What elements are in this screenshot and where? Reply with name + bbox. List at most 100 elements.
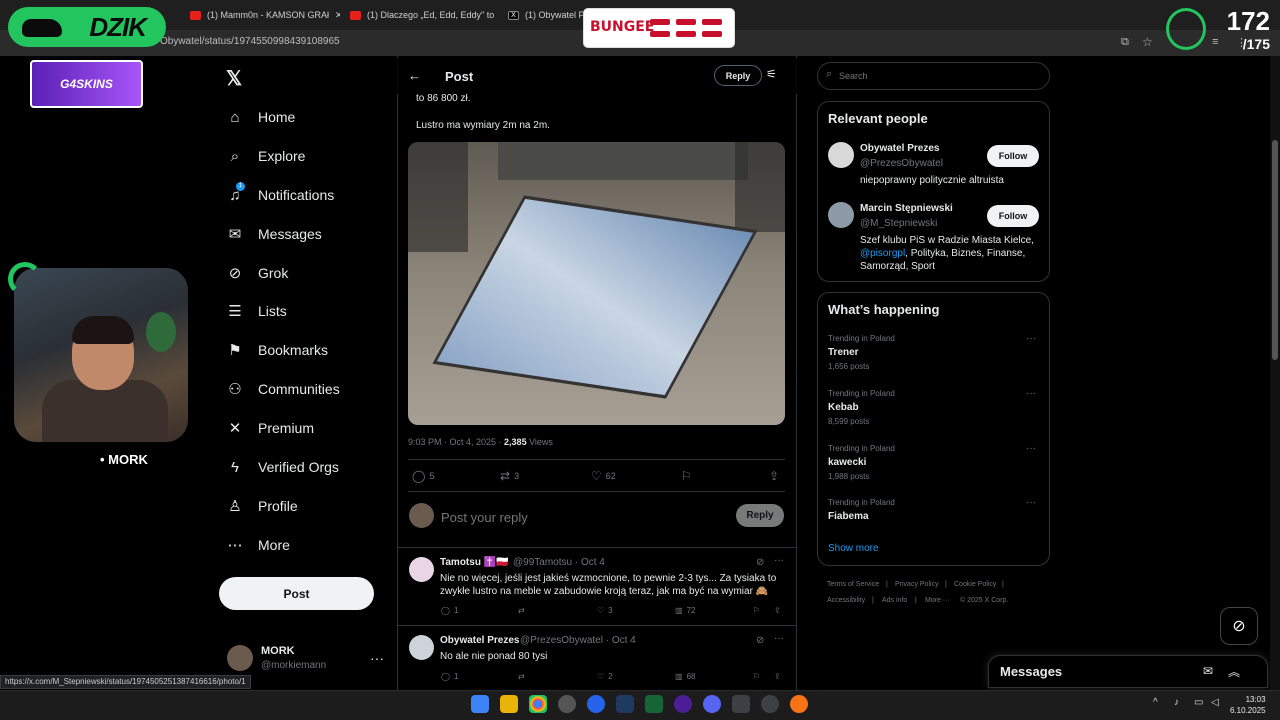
reply-header-button[interactable]: Reply: [714, 65, 762, 86]
more-icon[interactable]: ···: [1026, 388, 1036, 399]
browser-tab-active[interactable]: X (1) Obywatel Pre: [508, 4, 583, 26]
more-icon[interactable]: ···: [1026, 333, 1036, 344]
more-icon[interactable]: ···: [774, 555, 784, 566]
new-message-icon[interactable]: ✉: [1203, 664, 1213, 678]
bookmark-action[interactable]: ⚐: [753, 672, 760, 681]
footer-link[interactable]: Ads info: [882, 597, 907, 604]
app-icon[interactable]: [587, 695, 605, 713]
scrollbar-thumb[interactable]: [1272, 140, 1278, 360]
bio-link[interactable]: @pisorgpl: [860, 248, 905, 259]
mic-icon[interactable]: ♪: [1174, 697, 1179, 708]
footer-link[interactable]: Privacy Policy: [895, 581, 939, 588]
views-action[interactable]: ▥ 68: [675, 672, 695, 681]
nav-lists[interactable]: ☰ Lists: [226, 296, 287, 326]
avatar[interactable]: [227, 645, 253, 671]
account-handle[interactable]: @morkiemann: [261, 660, 326, 671]
account-more-icon[interactable]: ···: [370, 650, 384, 666]
back-arrow-icon[interactable]: ←: [408, 68, 421, 83]
repost-action[interactable]: ⇄ 3: [500, 469, 519, 483]
nav-premium[interactable]: ✕ Premium: [226, 413, 314, 443]
person-handle[interactable]: @PrezesObywatel: [860, 158, 943, 169]
avatar[interactable]: [409, 635, 434, 660]
steam-icon[interactable]: [616, 695, 634, 713]
messages-title[interactable]: Messages: [1000, 664, 1062, 679]
share-action[interactable]: ⇪: [774, 606, 781, 615]
search-input[interactable]: [839, 69, 1039, 83]
footer-link[interactable]: Cookie Policy: [954, 581, 996, 588]
person-name[interactable]: Marcin Stępniewski: [860, 203, 953, 214]
app-icon[interactable]: [558, 695, 576, 713]
more-icon[interactable]: ···: [774, 633, 784, 644]
post-button[interactable]: Post: [219, 577, 374, 610]
reply-input[interactable]: [441, 508, 721, 526]
x-logo-icon[interactable]: 𝕏: [226, 66, 242, 91]
reply-button[interactable]: Reply: [736, 504, 784, 527]
browser-tab[interactable]: (1) Dlaczego „Ed, Edd, Eddy" to ✕: [350, 4, 495, 26]
network-icon[interactable]: ▭: [1194, 697, 1203, 708]
like-action[interactable]: ♡ 62: [591, 469, 616, 483]
app-icon[interactable]: [645, 695, 663, 713]
nav-verified-orgs[interactable]: ϟ Verified Orgs: [226, 452, 339, 482]
like-action[interactable]: ♡ 2: [597, 672, 613, 681]
trend-name[interactable]: Trener: [828, 347, 859, 358]
grok-icon[interactable]: ⊘: [756, 557, 764, 568]
repost-action[interactable]: ⇄: [518, 606, 525, 615]
chrome-icon[interactable]: [529, 695, 547, 713]
grok-icon[interactable]: ⊘: [756, 635, 764, 646]
settings-sliders-icon[interactable]: ⚟: [766, 67, 777, 81]
app-icon[interactable]: [790, 695, 808, 713]
share-action[interactable]: ⇪: [769, 469, 779, 483]
views-action[interactable]: ▥ 72: [675, 606, 695, 615]
grok-floating-button[interactable]: ⊘: [1220, 607, 1258, 645]
more-icon[interactable]: ···: [1026, 443, 1036, 454]
avatar[interactable]: [409, 557, 434, 582]
browser-tab[interactable]: (1) Mamm0n - KAMSON GRAł ✕: [190, 4, 340, 26]
more-icon[interactable]: ···: [1026, 497, 1036, 508]
share-action[interactable]: ⇪: [774, 672, 781, 681]
app-icon[interactable]: [732, 695, 750, 713]
reply-action[interactable]: ◯ 1: [441, 672, 458, 681]
footer-link[interactable]: Terms of Service: [827, 581, 879, 588]
footer-link[interactable]: More ···: [925, 597, 950, 604]
nav-explore[interactable]: ⌕ Explore: [226, 141, 306, 171]
avatar[interactable]: [828, 142, 854, 168]
chevron-up-icon[interactable]: ^: [1153, 697, 1158, 708]
nav-messages[interactable]: ✉ Messages: [226, 219, 322, 249]
start-icon[interactable]: [471, 695, 489, 713]
person-name[interactable]: Obywatel Prezes: [860, 143, 939, 154]
comment-handle[interactable]: @99Tamotsu · Oct 4: [513, 557, 605, 568]
nav-home[interactable]: ⌂ Home: [226, 102, 295, 132]
person-handle[interactable]: @M_Stepniewski: [860, 218, 937, 229]
nav-communities[interactable]: ⚇ Communities: [226, 374, 339, 404]
comment-author[interactable]: Tamotsu ✝️🇵🇱: [440, 557, 509, 568]
bookmark-action[interactable]: ⚐: [753, 606, 760, 615]
obs-icon[interactable]: [761, 695, 779, 713]
footer-link[interactable]: Accessibility: [827, 597, 865, 604]
nav-more[interactable]: ⋯ More: [226, 530, 290, 560]
chevron-up-icon[interactable]: ︽: [1228, 663, 1240, 680]
reply-action[interactable]: ◯ 5: [412, 469, 434, 483]
close-tab-icon[interactable]: ✕: [335, 10, 340, 21]
trend-name[interactable]: Kebab: [828, 402, 859, 413]
app-icon[interactable]: [674, 695, 692, 713]
nav-grok[interactable]: ⊘ Grok: [226, 258, 289, 288]
discord-icon[interactable]: [703, 695, 721, 713]
url-text[interactable]: Obywatel/status/1974550998439108965: [160, 36, 340, 47]
comment-handle[interactable]: @PrezesObywatel · Oct 4: [520, 635, 636, 646]
bookmark-action[interactable]: ⚐: [681, 469, 692, 483]
nav-bookmarks[interactable]: ⚑ Bookmarks: [226, 335, 328, 365]
repost-action[interactable]: ⇄: [518, 672, 525, 681]
nav-notifications[interactable]: ♫ 1 Notifications: [226, 180, 334, 210]
follow-button[interactable]: Follow: [987, 205, 1039, 227]
show-more-link[interactable]: Show more: [828, 543, 879, 554]
volume-icon[interactable]: ◁: [1211, 697, 1219, 708]
like-action[interactable]: ♡ 3: [597, 606, 613, 615]
post-photo[interactable]: [408, 142, 785, 425]
file-explorer-icon[interactable]: [500, 695, 518, 713]
clock[interactable]: 13:03 6.10.2025: [1230, 694, 1266, 716]
trend-name[interactable]: Fiabema: [828, 511, 869, 522]
install-icon[interactable]: ⧉: [1121, 36, 1129, 49]
reply-action[interactable]: ◯ 1: [441, 606, 458, 615]
avatar[interactable]: [828, 202, 854, 228]
follow-button[interactable]: Follow: [987, 145, 1039, 167]
